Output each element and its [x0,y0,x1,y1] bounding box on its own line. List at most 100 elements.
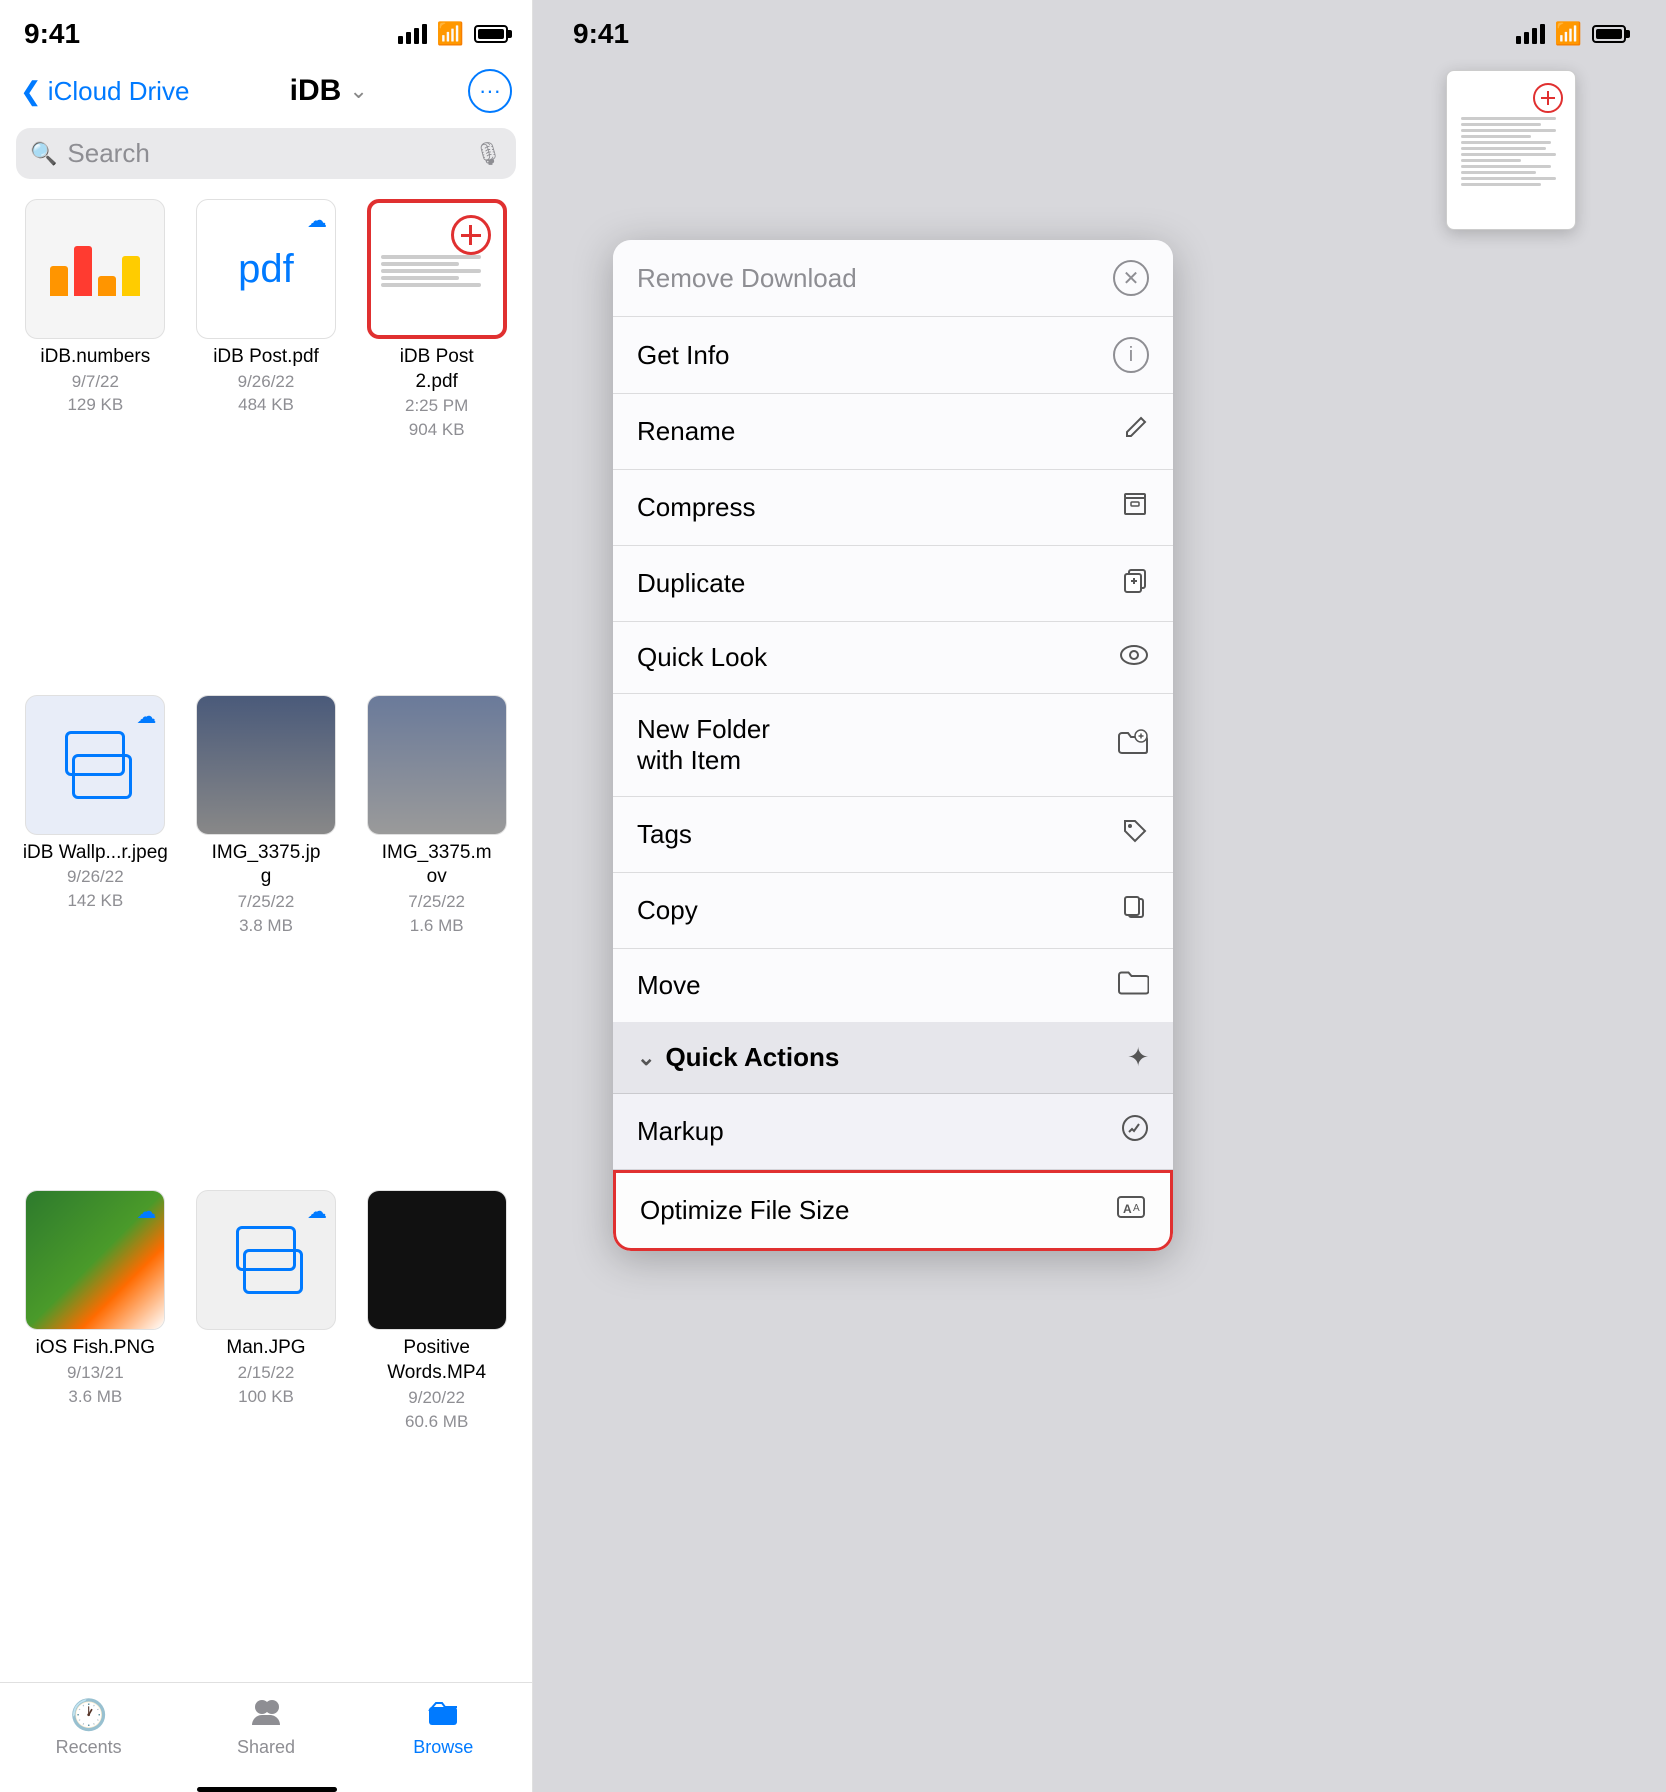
copy-label: Copy [637,895,698,926]
tab-recents-label: Recents [56,1737,122,1758]
menu-item-move[interactable]: Move [613,949,1173,1022]
copy-icon [1121,893,1149,928]
menu-item-copy[interactable]: Copy [613,873,1173,949]
more-icon: ··· [479,78,501,104]
tab-browse-label: Browse [413,1737,473,1758]
get-info-label: Get Info [637,340,730,371]
wallpaper-icon [58,731,132,799]
file-item[interactable]: ☁ iOS Fish.PNG 9/13/21 3.6 MB [16,1190,175,1674]
back-label: iCloud Drive [48,76,190,107]
files-grid: iDB.numbers 9/7/22 129 KB ☁ pdf iDB Post… [0,191,532,1682]
time-left: 9:41 [24,18,80,50]
file-date: 2:25 PM [405,394,468,418]
shared-icon [250,1697,282,1733]
context-menu: Remove Download ✕ Get Info i Rename Comp… [613,240,1173,1251]
menu-item-duplicate[interactable]: Duplicate [613,546,1173,622]
file-thumbnail [367,1190,507,1330]
file-thumbnail: ☁ pdf [196,199,336,339]
browse-icon [427,1697,459,1733]
file-date: 9/7/22 [72,370,119,394]
info-icon: i [1113,337,1149,373]
quick-look-label: Quick Look [637,642,767,673]
tab-recents[interactable]: 🕐 Recents [0,1683,177,1772]
photo-thumbnail [197,696,335,834]
folder-title: iDB [290,74,342,108]
quick-actions-title: ⌄ Quick Actions [637,1042,839,1073]
menu-item-quick-look[interactable]: Quick Look [613,622,1173,694]
tag-icon [1121,817,1149,852]
file-thumbnail: ☁ [25,695,165,835]
file-item[interactable]: IMG_3375.mov 7/25/22 1.6 MB [357,695,516,1179]
search-bar[interactable]: 🔍 Search 🎙 [16,128,516,179]
rename-label: Rename [637,416,735,447]
back-button[interactable]: ❮ iCloud Drive [20,76,189,107]
x-circle-icon: ✕ [1113,260,1149,296]
status-bar-right: 9:41 📶 [533,0,1666,54]
cloud-badge-icon: ☁ [136,704,156,729]
quick-actions-header[interactable]: ⌄ Quick Actions ✦ [613,1022,1173,1094]
sparkle-icon: ✦ [1127,1042,1149,1073]
optimize-label: Optimize File Size [640,1195,850,1226]
menu-item-compress[interactable]: Compress [613,470,1173,546]
tags-label: Tags [637,819,692,850]
new-folder-label: New Folderwith Item [637,714,770,776]
file-name: iDB.numbers [40,345,150,370]
remove-download-label: Remove Download [637,263,857,294]
file-date: 9/20/22 [408,1386,465,1410]
bottom-tabs: 🕐 Recents Shared Browse [0,1682,532,1792]
file-size: 129 KB [67,393,123,417]
svg-text:A: A [1123,1202,1132,1216]
menu-item-optimize-file-size[interactable]: Optimize File Size A A [613,1170,1173,1251]
mic-icon[interactable]: 🎙 [474,141,502,167]
more-button[interactable]: ··· [468,69,512,113]
file-item[interactable]: iDB.numbers 9/7/22 129 KB [16,199,175,683]
file-date: 9/26/22 [67,865,124,889]
folder-icon [1117,969,1149,1002]
pdf-lines [377,255,497,287]
menu-item-new-folder[interactable]: New Folderwith Item [613,694,1173,797]
file-size: 3.6 MB [68,1385,122,1409]
menu-item-tags[interactable]: Tags [613,797,1173,873]
file-date: 9/26/22 [238,370,295,394]
status-icons-right: 📶 [1516,21,1626,47]
photo-thumbnail [368,1191,506,1329]
file-thumbnail [367,695,507,835]
file-name: IMG_3375.mov [382,841,492,890]
chevron-down-icon[interactable]: ⌄ [349,78,367,104]
file-date: 9/13/21 [67,1361,124,1385]
file-item[interactable]: IMG_3375.jpg 7/25/22 3.8 MB [187,695,346,1179]
tab-browse[interactable]: Browse [355,1683,532,1772]
wifi-icon-right: 📶 [1555,21,1582,47]
file-thumbnail-selected [367,199,507,339]
cloud-badge-icon: ☁ [307,1199,327,1224]
menu-item-remove-download[interactable]: Remove Download ✕ [613,240,1173,317]
menu-item-get-info[interactable]: Get Info i [613,317,1173,394]
file-item-selected[interactable]: iDB Post2.pdf 2:25 PM 904 KB [357,199,516,683]
quick-actions-label: Quick Actions [665,1042,839,1073]
pencil-icon [1121,414,1149,449]
nav-title-area: iDB ⌄ [290,74,368,108]
file-thumbnail: ☁ [196,1190,336,1330]
cloud-badge-icon: ☁ [307,208,327,233]
file-item[interactable]: Positive Words.MP4 9/20/22 60.6 MB [357,1190,516,1674]
menu-item-markup[interactable]: Markup [613,1094,1173,1170]
file-size: 1.6 MB [410,914,464,938]
duplicate-icon [1121,566,1149,601]
file-date: 7/25/22 [238,890,295,914]
nav-bar-left: ❮ iCloud Drive iDB ⌄ ··· [0,54,532,124]
compress-label: Compress [637,492,755,523]
quick-actions-section: ⌄ Quick Actions ✦ Markup Optimize File S… [613,1022,1173,1251]
search-input[interactable]: Search [67,138,464,169]
tab-shared[interactable]: Shared [177,1683,354,1772]
file-name: IMG_3375.jpg [212,841,321,890]
pdf-large-preview [1447,71,1575,229]
file-thumbnail: ☁ [25,1190,165,1330]
file-size: 484 KB [238,393,294,417]
eye-icon [1119,642,1149,673]
menu-item-rename[interactable]: Rename [613,394,1173,470]
file-item[interactable]: ☁ iDB Wallp...r.jpeg 9/26/22 142 KB [16,695,175,1179]
status-bar-left: 9:41 📶 [0,0,532,54]
file-item[interactable]: ☁ Man.JPG 2/15/22 100 KB [187,1190,346,1674]
file-item[interactable]: ☁ pdf iDB Post.pdf 9/26/22 484 KB [187,199,346,683]
optimize-icon: A A [1116,1193,1146,1228]
